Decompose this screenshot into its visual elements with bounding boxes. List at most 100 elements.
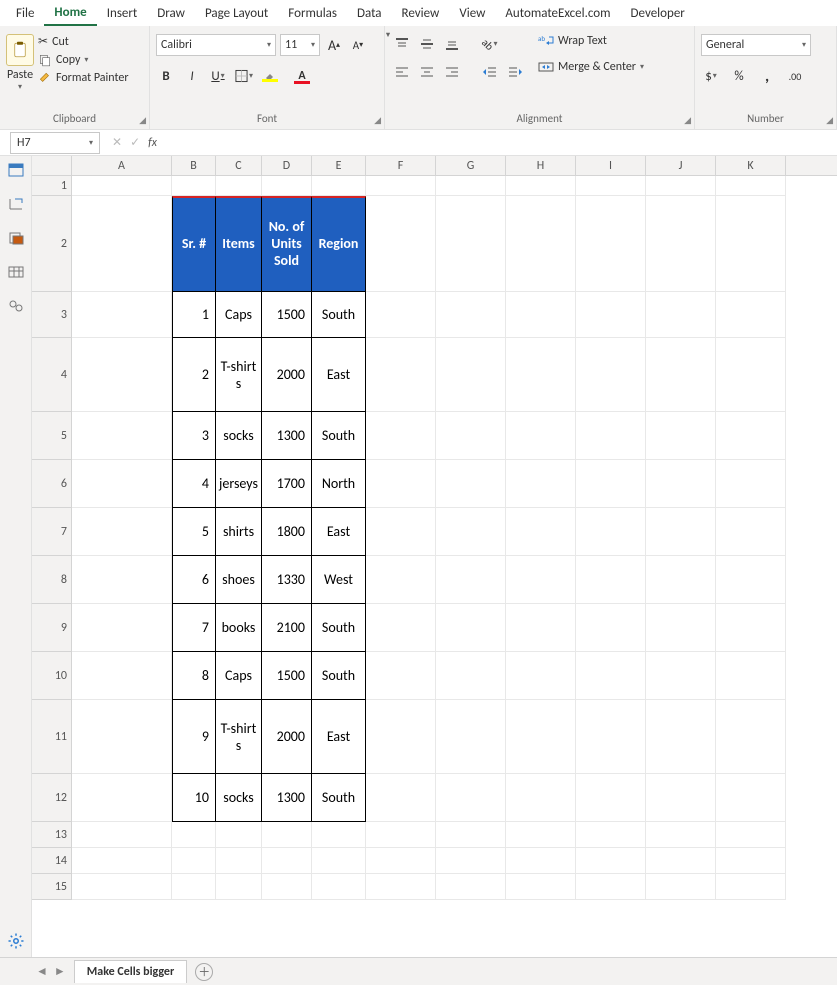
cell-A11[interactable] bbox=[72, 700, 172, 774]
cell-H11[interactable] bbox=[506, 700, 576, 774]
cell-I7[interactable] bbox=[576, 508, 646, 556]
cell-A10[interactable] bbox=[72, 652, 172, 700]
cell-E15[interactable] bbox=[312, 874, 366, 900]
cell-D8[interactable]: 1330 bbox=[262, 556, 312, 604]
cell-F11[interactable] bbox=[366, 700, 436, 774]
cell-F5[interactable] bbox=[366, 412, 436, 460]
cell-K11[interactable] bbox=[716, 700, 786, 774]
comma-format-button[interactable]: , bbox=[757, 66, 777, 86]
cell-C4[interactable]: T-shirts bbox=[216, 338, 262, 412]
cell-E5[interactable]: South bbox=[312, 412, 366, 460]
cell-J7[interactable] bbox=[646, 508, 716, 556]
cell-K4[interactable] bbox=[716, 338, 786, 412]
underline-button[interactable]: U▾ bbox=[208, 66, 228, 86]
cell-B6[interactable]: 4 bbox=[172, 460, 216, 508]
side-icon-3[interactable] bbox=[7, 230, 25, 246]
cell-D12[interactable]: 1300 bbox=[262, 774, 312, 822]
cell-D1[interactable] bbox=[262, 176, 312, 196]
cell-K1[interactable] bbox=[716, 176, 786, 196]
sheet-tab-active[interactable]: Make Cells bigger bbox=[74, 960, 187, 983]
tab-review[interactable]: Review bbox=[392, 2, 450, 25]
cell-I12[interactable] bbox=[576, 774, 646, 822]
cell-C2[interactable]: Items bbox=[216, 196, 262, 292]
cell-F2[interactable] bbox=[366, 196, 436, 292]
tab-file[interactable]: File bbox=[6, 2, 44, 25]
cell-A1[interactable] bbox=[72, 176, 172, 196]
cell-H2[interactable] bbox=[506, 196, 576, 292]
col-header-J[interactable]: J bbox=[646, 156, 716, 175]
row-header-11[interactable]: 11 bbox=[32, 700, 72, 774]
settings-gear-icon[interactable] bbox=[7, 933, 25, 949]
cell-C9[interactable]: books bbox=[216, 604, 262, 652]
tab-insert[interactable]: Insert bbox=[97, 2, 148, 25]
cell-J15[interactable] bbox=[646, 874, 716, 900]
cell-E4[interactable]: East bbox=[312, 338, 366, 412]
cell-F14[interactable] bbox=[366, 848, 436, 874]
col-header-K[interactable]: K bbox=[716, 156, 786, 175]
row-header-4[interactable]: 4 bbox=[32, 338, 72, 412]
cell-H12[interactable] bbox=[506, 774, 576, 822]
accounting-format-button[interactable]: $▾ bbox=[701, 66, 721, 86]
cell-D14[interactable] bbox=[262, 848, 312, 874]
cell-C6[interactable]: jerseys bbox=[216, 460, 262, 508]
cut-button[interactable]: ✂Cut bbox=[38, 34, 129, 49]
cell-F13[interactable] bbox=[366, 822, 436, 848]
col-header-A[interactable]: A bbox=[72, 156, 172, 175]
cell-H3[interactable] bbox=[506, 292, 576, 338]
cell-H5[interactable] bbox=[506, 412, 576, 460]
align-bottom-button[interactable] bbox=[441, 34, 463, 54]
tab-draw[interactable]: Draw bbox=[147, 2, 195, 25]
cell-I15[interactable] bbox=[576, 874, 646, 900]
cell-H13[interactable] bbox=[506, 822, 576, 848]
cell-E8[interactable]: West bbox=[312, 556, 366, 604]
increase-font-button[interactable]: A▴ bbox=[324, 35, 344, 55]
enter-formula-icon[interactable]: ✓ bbox=[130, 135, 140, 150]
cell-I10[interactable] bbox=[576, 652, 646, 700]
cell-G2[interactable] bbox=[436, 196, 506, 292]
cell-K3[interactable] bbox=[716, 292, 786, 338]
tab-view[interactable]: View bbox=[449, 2, 495, 25]
cell-E6[interactable]: North bbox=[312, 460, 366, 508]
font-dialog-launcher[interactable]: ◢ bbox=[374, 115, 381, 126]
paste-icon[interactable] bbox=[6, 34, 34, 66]
row-header-1[interactable]: 1 bbox=[32, 176, 72, 196]
cell-H7[interactable] bbox=[506, 508, 576, 556]
cell-D2[interactable]: No. of Units Sold bbox=[262, 196, 312, 292]
borders-button[interactable]: ▾ bbox=[234, 66, 254, 86]
cell-A6[interactable] bbox=[72, 460, 172, 508]
cell-J5[interactable] bbox=[646, 412, 716, 460]
cell-E11[interactable]: East bbox=[312, 700, 366, 774]
cell-J4[interactable] bbox=[646, 338, 716, 412]
cell-K12[interactable] bbox=[716, 774, 786, 822]
cell-B9[interactable]: 7 bbox=[172, 604, 216, 652]
fill-color-button[interactable]: ▾ bbox=[260, 66, 280, 86]
cell-B7[interactable]: 5 bbox=[172, 508, 216, 556]
align-center-button[interactable] bbox=[416, 62, 438, 82]
paste-button[interactable]: Paste bbox=[7, 68, 33, 82]
cell-D7[interactable]: 1800 bbox=[262, 508, 312, 556]
cell-D5[interactable]: 1300 bbox=[262, 412, 312, 460]
cell-K10[interactable] bbox=[716, 652, 786, 700]
col-header-G[interactable]: G bbox=[436, 156, 506, 175]
cell-A8[interactable] bbox=[72, 556, 172, 604]
cell-C3[interactable]: Caps bbox=[216, 292, 262, 338]
cell-H4[interactable] bbox=[506, 338, 576, 412]
cell-B8[interactable]: 6 bbox=[172, 556, 216, 604]
alignment-dialog-launcher[interactable]: ◢ bbox=[684, 115, 691, 126]
side-icon-1[interactable] bbox=[7, 162, 25, 178]
tab-home[interactable]: Home bbox=[44, 1, 96, 26]
cell-F12[interactable] bbox=[366, 774, 436, 822]
col-header-B[interactable]: B bbox=[172, 156, 216, 175]
cell-G7[interactable] bbox=[436, 508, 506, 556]
cell-J1[interactable] bbox=[646, 176, 716, 196]
cell-G4[interactable] bbox=[436, 338, 506, 412]
select-all-corner[interactable] bbox=[32, 156, 72, 175]
cell-A5[interactable] bbox=[72, 412, 172, 460]
tab-automateexcel-com[interactable]: AutomateExcel.com bbox=[495, 2, 620, 25]
cell-B14[interactable] bbox=[172, 848, 216, 874]
cell-B13[interactable] bbox=[172, 822, 216, 848]
increase-indent-button[interactable] bbox=[504, 62, 526, 82]
row-header-8[interactable]: 8 bbox=[32, 556, 72, 604]
cell-G11[interactable] bbox=[436, 700, 506, 774]
name-box[interactable]: H7▾ bbox=[10, 132, 100, 154]
